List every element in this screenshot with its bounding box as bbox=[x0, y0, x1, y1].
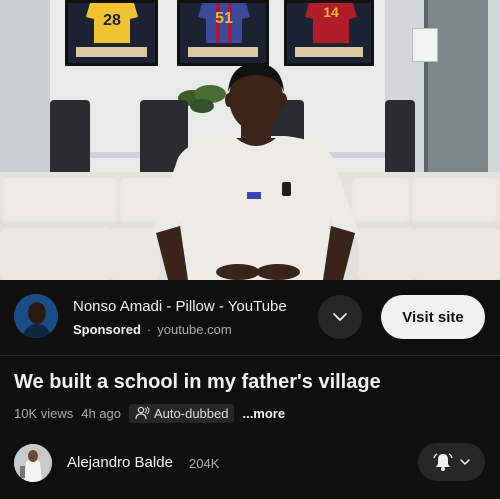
framed-jersey: 28 bbox=[65, 0, 158, 66]
jersey-number: 28 bbox=[103, 12, 121, 29]
jersey-icon: 28 bbox=[86, 3, 138, 43]
sofa-cushion bbox=[0, 178, 120, 228]
framed-jersey: 14 bbox=[284, 0, 374, 66]
jersey-icon: 14 bbox=[305, 3, 357, 43]
upload-age: 4h ago bbox=[81, 405, 122, 421]
framed-jersey: 51 bbox=[177, 0, 269, 66]
notification-button[interactable] bbox=[418, 443, 485, 481]
ad-subtitle: Sponsored · youtube.com bbox=[73, 322, 232, 337]
auto-dubbed-badge[interactable]: Auto-dubbed bbox=[129, 403, 235, 423]
chair bbox=[385, 100, 415, 180]
ad-title[interactable]: Nonso Amadi - Pillow - YouTube bbox=[73, 298, 287, 315]
frame-plate bbox=[76, 47, 147, 57]
person-avatar-icon bbox=[14, 294, 58, 338]
video-title[interactable]: We built a school in my father's village bbox=[14, 371, 381, 394]
chevron-down-icon bbox=[333, 313, 347, 321]
expand-ad-button[interactable] bbox=[318, 295, 362, 339]
chair bbox=[50, 100, 90, 180]
advertiser-avatar[interactable] bbox=[14, 294, 58, 338]
sofa-seat-cushion bbox=[358, 228, 416, 280]
ad-domain: youtube.com bbox=[157, 322, 232, 337]
frame-plate bbox=[188, 47, 258, 57]
visit-site-button[interactable]: Visit site bbox=[381, 295, 485, 339]
person-avatar-icon bbox=[14, 444, 52, 482]
jersey-number: 51 bbox=[215, 10, 233, 27]
sponsored-label: Sponsored bbox=[73, 322, 141, 337]
jersey-icon: 51 bbox=[198, 3, 250, 43]
light-switch bbox=[412, 28, 438, 62]
sofa-seat-cushion bbox=[0, 228, 112, 280]
sofa-cushion bbox=[410, 178, 500, 228]
auto-dubbed-label: Auto-dubbed bbox=[154, 405, 229, 421]
people-icon bbox=[135, 406, 150, 420]
video-metadata[interactable]: 10K views 4h ago Auto-dubbed ...more bbox=[14, 402, 285, 424]
more-link[interactable]: ...more bbox=[242, 406, 285, 421]
separator: · bbox=[146, 322, 152, 337]
channel-name[interactable]: Alejandro Balde bbox=[67, 454, 173, 471]
jersey-number: 14 bbox=[323, 4, 339, 20]
subscriber-count: 204K bbox=[189, 456, 220, 471]
sponsored-ad-row[interactable]: Nonso Amadi - Pillow - YouTube Sponsored… bbox=[0, 280, 500, 356]
video-player[interactable]: 28 51 14 bbox=[0, 0, 500, 280]
frame-plate bbox=[295, 47, 363, 57]
view-count: 10K views bbox=[14, 405, 74, 421]
chevron-down-icon bbox=[459, 459, 470, 466]
person-figure bbox=[151, 63, 360, 280]
sofa-seat-cushion bbox=[414, 228, 500, 280]
channel-avatar[interactable] bbox=[14, 444, 52, 482]
bell-icon bbox=[432, 453, 453, 471]
